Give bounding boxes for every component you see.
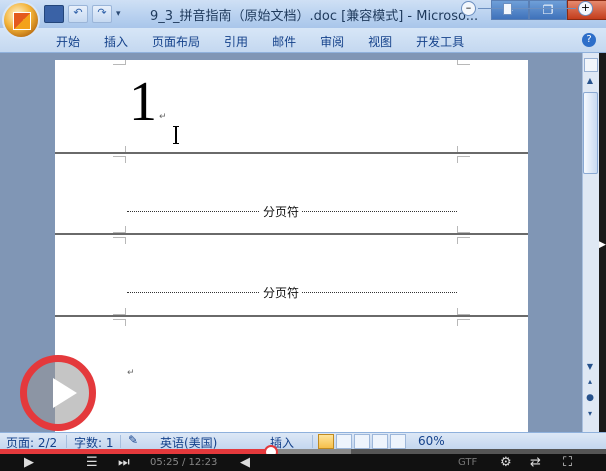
paragraph-mark: ↵	[127, 368, 135, 378]
volume-icon[interactable]: ◀	[240, 455, 250, 470]
fullscreen-icon[interactable]: ⛶	[563, 455, 572, 470]
view-buttons	[318, 434, 406, 449]
help-icon[interactable]: ?	[582, 33, 596, 47]
full-screen-reading-view-icon[interactable]	[336, 434, 352, 449]
zoom-out-button[interactable]: –	[461, 1, 476, 16]
crop-mark	[113, 237, 126, 244]
crop-mark	[457, 237, 470, 244]
video-time: 05:25 / 12:23	[150, 457, 218, 468]
paragraph-mark: ↵	[159, 112, 167, 122]
zoom-slider-thumb[interactable]	[503, 3, 512, 15]
tab-home[interactable]: 开始	[44, 31, 92, 52]
crop-mark	[113, 156, 126, 163]
tab-view[interactable]: 视图	[356, 31, 404, 52]
video-quality-label[interactable]: GTF	[458, 457, 477, 468]
next-page-button[interactable]: ▾	[583, 409, 597, 421]
side-panel-arrow-icon[interactable]: ▶	[599, 240, 606, 250]
play-triangle-icon	[53, 378, 77, 408]
zoom-level[interactable]: 60%	[418, 434, 445, 448]
status-separator	[66, 435, 67, 448]
select-browse-object-button[interactable]: ●	[583, 393, 597, 405]
crop-mark	[457, 226, 470, 233]
scroll-up-button[interactable]: ▲	[583, 76, 597, 90]
tab-page-layout[interactable]: 页面布局	[140, 31, 212, 52]
status-separator	[312, 435, 313, 448]
next-icon[interactable]: ⏭	[118, 455, 130, 470]
restore-button[interactable]: ❐	[529, 0, 567, 20]
page-break-label: 分页符	[260, 203, 303, 220]
outline-view-icon[interactable]	[372, 434, 388, 449]
zoom-slider-track[interactable]	[478, 8, 576, 9]
draft-view-icon[interactable]	[390, 434, 406, 449]
proofing-icon[interactable]: ✎	[128, 433, 138, 447]
print-layout-view-icon[interactable]	[318, 434, 334, 449]
tab-review[interactable]: 审阅	[308, 31, 356, 52]
quick-access-toolbar: ↶ ↷ ▾	[44, 5, 126, 23]
redo-button[interactable]: ↷	[92, 5, 112, 23]
document-page[interactable]: 1 ↵ 分页符 分页符 ↵	[55, 60, 528, 434]
page-gap-divider	[55, 152, 528, 154]
play-icon[interactable]: ▶	[24, 455, 34, 470]
web-layout-view-icon[interactable]	[354, 434, 370, 449]
window-title: 9_3_拼音指南（原始文档）.doc [兼容模式] - Microso...	[150, 9, 479, 24]
crop-mark	[113, 308, 126, 315]
crop-mark	[457, 156, 470, 163]
view-ruler-icon[interactable]	[584, 58, 598, 72]
text-cursor-icon	[173, 126, 179, 144]
crop-mark	[113, 60, 126, 65]
crop-mark	[457, 319, 470, 326]
office-logo-icon	[13, 12, 31, 30]
scroll-thumb[interactable]	[583, 92, 598, 174]
customize-qat-icon[interactable]: ▾	[116, 6, 126, 22]
tab-references[interactable]: 引用	[212, 31, 260, 52]
repeat-icon[interactable]: ⇄	[530, 455, 541, 470]
tab-mailings[interactable]: 邮件	[260, 31, 308, 52]
office-button[interactable]	[4, 3, 38, 37]
crop-mark	[457, 60, 470, 65]
page-gap-divider	[55, 315, 528, 317]
crop-mark	[113, 226, 126, 233]
crop-mark	[113, 319, 126, 326]
playlist-icon[interactable]: ☰	[86, 455, 98, 470]
big-play-button[interactable]	[20, 355, 96, 431]
crop-mark	[457, 308, 470, 315]
settings-icon[interactable]: ⚙	[500, 455, 512, 470]
page-gap-divider	[55, 233, 528, 235]
heading-number: 1	[129, 71, 157, 133]
scroll-down-button[interactable]: ▼	[583, 362, 597, 374]
tab-insert[interactable]: 插入	[92, 31, 140, 52]
page-break-label: 分页符	[260, 284, 303, 301]
tab-developer[interactable]: 开发工具	[404, 31, 476, 52]
previous-page-button[interactable]: ▴	[583, 377, 597, 389]
ribbon-tabs: 开始 插入 页面布局 引用 邮件 审阅 视图 开发工具	[44, 31, 476, 52]
zoom-in-button[interactable]: +	[578, 1, 593, 16]
save-icon[interactable]	[44, 5, 64, 23]
undo-button[interactable]: ↶	[68, 5, 88, 23]
status-bar: 页面: 2/2 字数: 1 ✎ 英语(美国) 插入 60%	[0, 432, 606, 450]
status-separator	[120, 435, 121, 448]
